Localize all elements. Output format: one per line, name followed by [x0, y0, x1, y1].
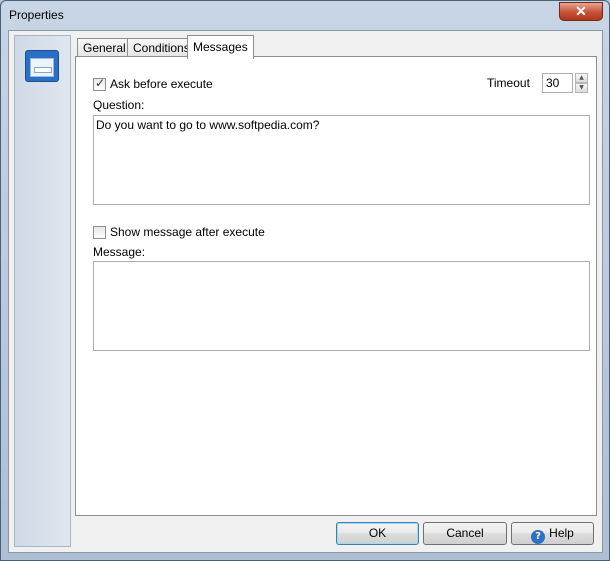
question-label: Question:	[93, 98, 145, 112]
show-message-row[interactable]: Show message after execute	[93, 225, 265, 239]
show-message-after-execute-checkbox[interactable]	[93, 225, 106, 239]
tab-general[interactable]: General	[77, 38, 132, 58]
message-textarea[interactable]	[93, 261, 590, 351]
dialog-client-area: General Conditions Messages Ask before e…	[8, 30, 603, 553]
messages-tab-page: Ask before execute Timeout 30 ▲ ▼ Questi…	[75, 56, 597, 516]
ask-before-execute-row[interactable]: Ask before execute	[93, 76, 213, 91]
properties-window: Properties ✕ General Conditions Messages…	[0, 0, 610, 561]
tab-messages[interactable]: Messages	[187, 35, 254, 59]
spin-up-icon[interactable]: ▲	[575, 73, 588, 83]
side-panel	[14, 35, 71, 547]
ask-before-execute-label: Ask before execute	[110, 77, 213, 91]
tab-conditions[interactable]: Conditions	[127, 38, 196, 58]
cancel-button[interactable]: Cancel	[423, 522, 507, 545]
spin-down-icon[interactable]: ▼	[575, 83, 588, 93]
close-icon: ✕	[575, 3, 587, 19]
question-textarea[interactable]: Do you want to go to www.softpedia.com?	[93, 115, 590, 205]
timeout-spinner[interactable]: ▲ ▼	[575, 73, 588, 93]
title-bar[interactable]: Properties ✕	[1, 1, 609, 29]
help-button[interactable]: ? Help	[511, 522, 594, 545]
timeout-label: Timeout	[487, 76, 530, 90]
window-title: Properties	[9, 8, 64, 22]
help-button-label: Help	[549, 526, 574, 540]
timeout-input[interactable]: 30	[542, 73, 573, 93]
show-message-after-execute-label: Show message after execute	[110, 225, 265, 239]
close-button[interactable]: ✕	[559, 2, 603, 21]
window-icon	[25, 50, 59, 82]
ask-before-execute-checkbox[interactable]	[93, 76, 106, 91]
help-icon: ?	[531, 530, 546, 544]
ok-button[interactable]: OK	[336, 522, 419, 545]
message-label: Message:	[93, 245, 146, 259]
